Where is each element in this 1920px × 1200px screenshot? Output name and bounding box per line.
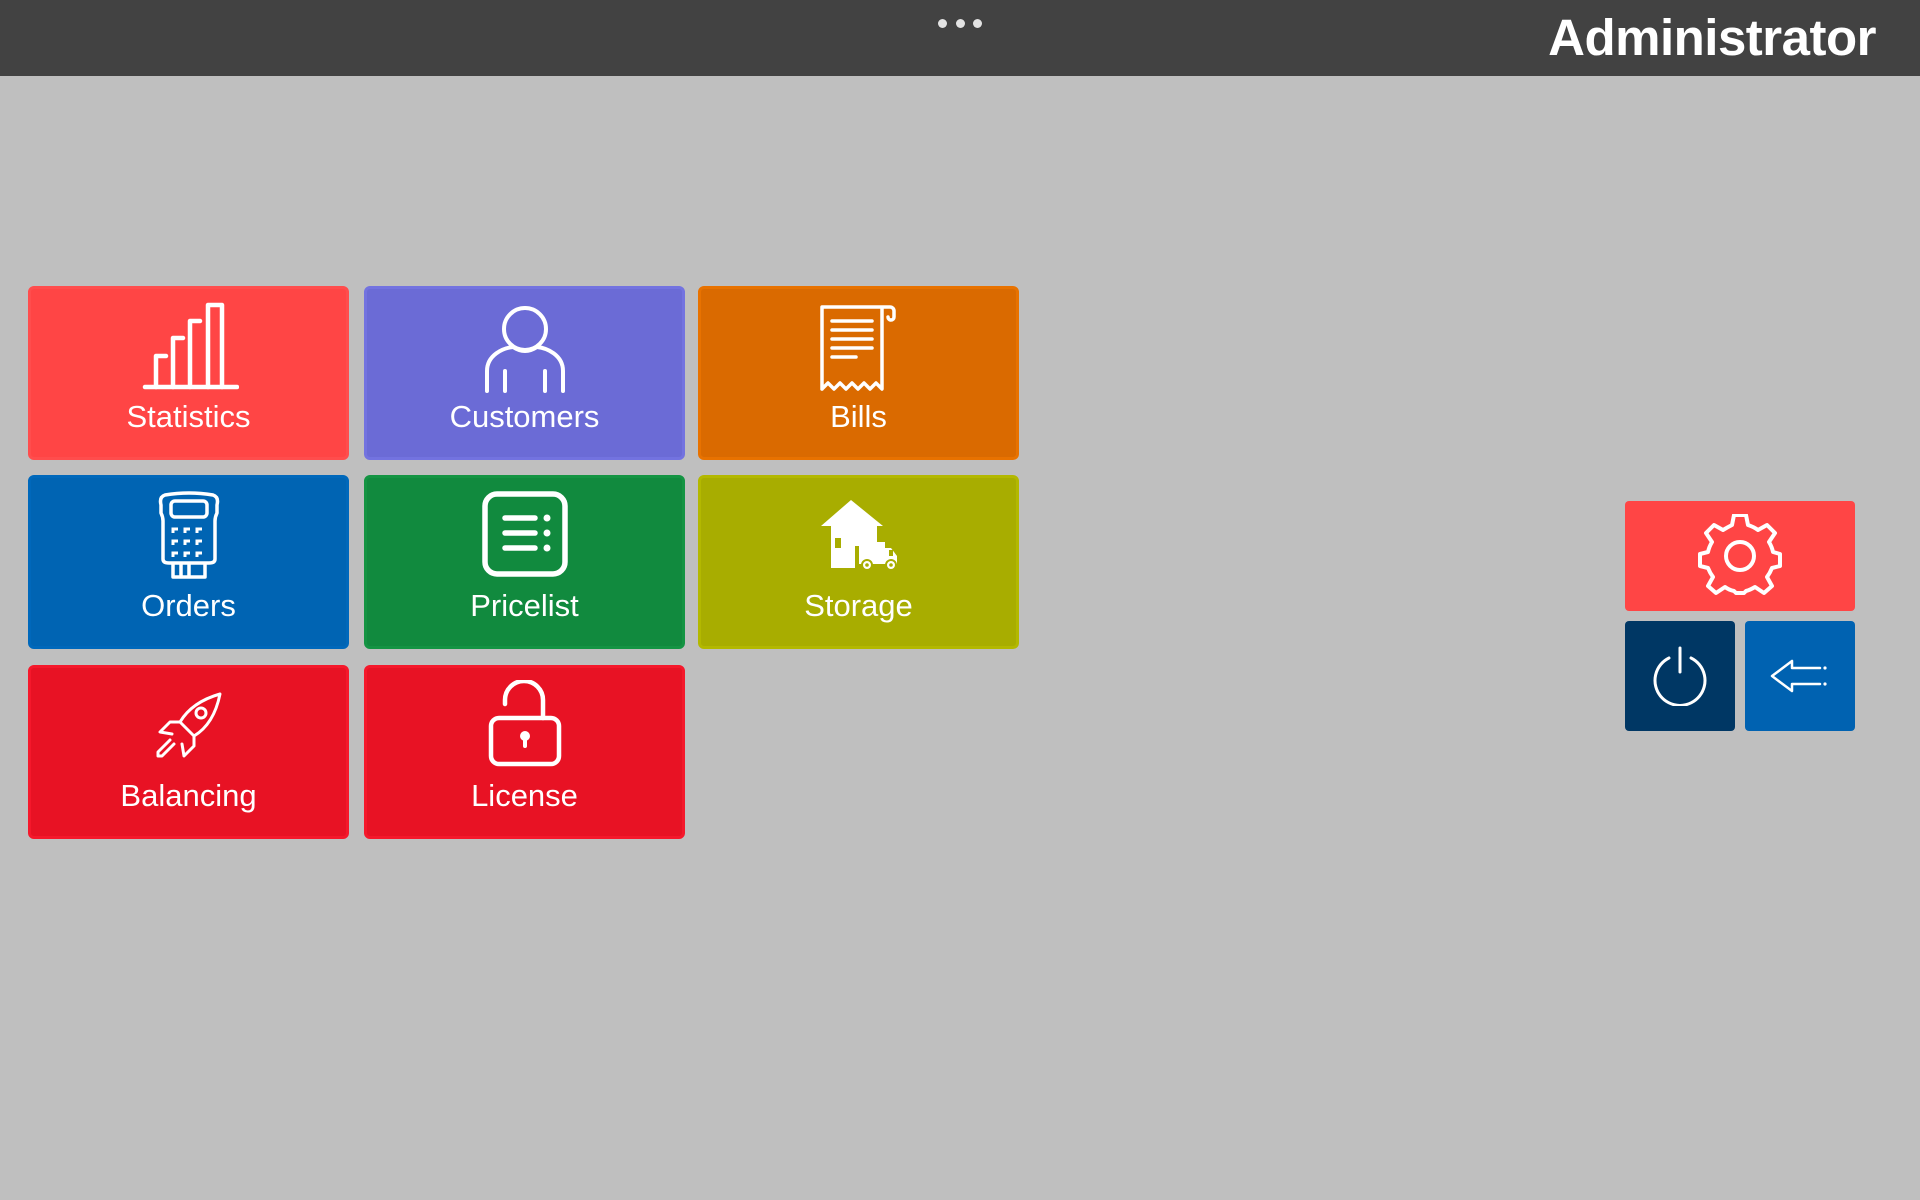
arrow-left-icon bbox=[1770, 659, 1827, 693]
back-button[interactable] bbox=[1745, 621, 1855, 731]
tile-orders[interactable]: Orders bbox=[28, 475, 349, 649]
tile-label: Pricelist bbox=[470, 588, 579, 623]
more-menu-button[interactable] bbox=[938, 15, 982, 31]
tile-label: License bbox=[471, 778, 578, 813]
dot bbox=[938, 18, 947, 28]
gear-icon bbox=[1698, 514, 1782, 595]
tile-label: Orders bbox=[141, 588, 236, 623]
tile-pricelist[interactable]: Pricelist bbox=[364, 475, 685, 649]
list-document-icon bbox=[481, 491, 568, 577]
tile-label: Balancing bbox=[120, 778, 257, 813]
tile-storage[interactable]: Storage bbox=[698, 475, 1019, 649]
tile-label: Bills bbox=[830, 399, 887, 434]
power-button[interactable] bbox=[1625, 621, 1735, 731]
person-icon bbox=[484, 306, 565, 393]
tile-customers[interactable]: Customers bbox=[364, 286, 685, 460]
settings-button[interactable] bbox=[1625, 501, 1855, 611]
tile-label: Customers bbox=[449, 399, 600, 434]
tile-bills[interactable]: Bills bbox=[698, 286, 1019, 460]
user-title: Administrator bbox=[1548, 9, 1876, 66]
tile-statistics[interactable]: Statistics bbox=[28, 286, 349, 460]
tile-label: Statistics bbox=[126, 399, 251, 434]
tile-label: Storage bbox=[804, 588, 913, 623]
dot bbox=[973, 18, 982, 28]
bar-chart-icon bbox=[142, 302, 239, 390]
payment-terminal-icon bbox=[158, 491, 219, 579]
tile-license[interactable]: License bbox=[364, 665, 685, 839]
tile-balancing[interactable]: Balancing bbox=[28, 665, 349, 839]
dot bbox=[955, 18, 965, 28]
unlock-icon bbox=[488, 680, 561, 767]
receipt-icon bbox=[819, 305, 896, 391]
top-bar: Administrator bbox=[0, 0, 1920, 76]
rocket-icon bbox=[156, 692, 221, 758]
power-icon bbox=[1653, 646, 1707, 706]
warehouse-truck-icon bbox=[820, 500, 897, 570]
